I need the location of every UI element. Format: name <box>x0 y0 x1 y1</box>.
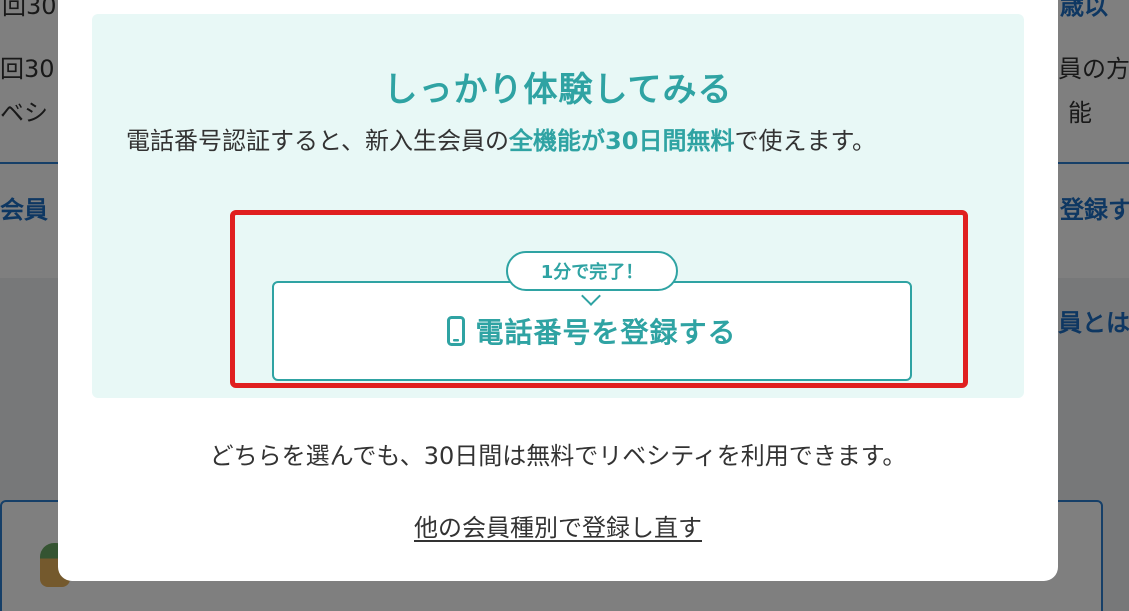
alt-link-container: 他の会員種別で登録し直す <box>58 508 1058 543</box>
trial-description: 電話番号認証すると、新入生会員の全機能が30日間無料で使えます。 <box>126 122 966 160</box>
description-text: で使えます。 <box>734 127 877 155</box>
free-trial-note: どちらを選んでも、30日間は無料でリベシティを利用できます。 <box>209 442 907 470</box>
registration-modal: しっかり体験してみる 電話番号認証すると、新入生会員の全機能が30日間無料で使え… <box>58 0 1058 581</box>
smartphone-icon <box>447 316 466 346</box>
re-register-other-type-link[interactable]: 他の会員種別で登録し直す <box>414 514 702 542</box>
time-badge: 1分で完了！ <box>506 251 678 291</box>
trial-section: しっかり体験してみる 電話番号認証すると、新入生会員の全機能が30日間無料で使え… <box>92 14 1024 398</box>
description-highlight: 全機能が30日間無料 <box>509 127 735 155</box>
trial-title: しっかり体験してみる <box>383 70 733 110</box>
register-phone-label: 電話番号を登録する <box>475 316 737 349</box>
description-text: 電話番号認証すると、新入生会員の <box>126 127 510 155</box>
